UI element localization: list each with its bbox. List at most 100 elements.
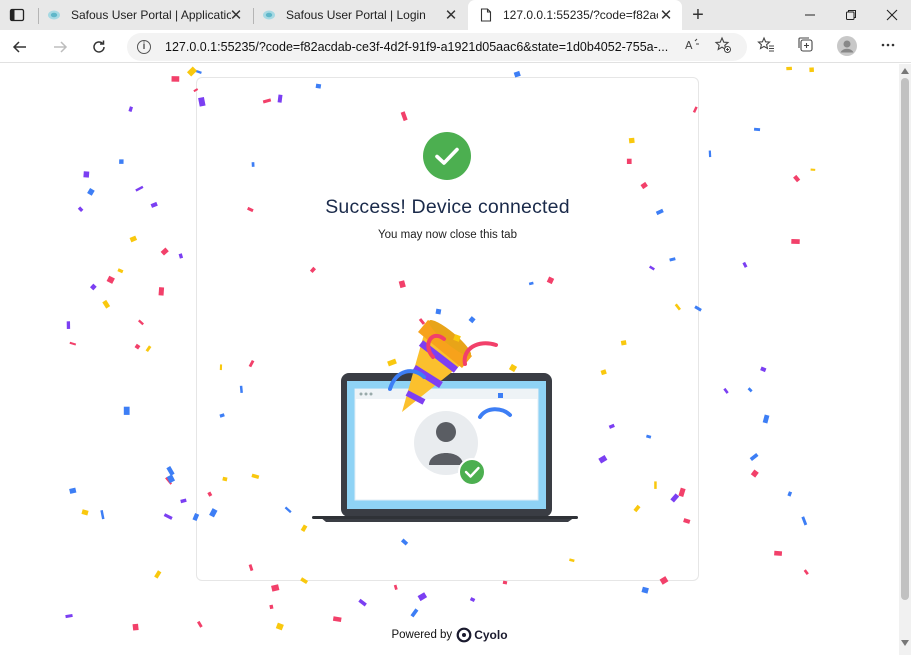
- confetti-piece: [760, 366, 767, 373]
- tab-title: Safous User Portal | Login: [286, 8, 426, 22]
- confetti-piece: [180, 498, 187, 504]
- confetti-piece: [332, 616, 342, 623]
- page-title: Success! Device connected: [325, 196, 570, 218]
- confetti-piece: [774, 550, 783, 556]
- profile-icon[interactable]: [836, 35, 858, 57]
- confetti-piece: [89, 283, 97, 291]
- confetti-piece: [117, 268, 124, 274]
- confetti-piece: [750, 469, 759, 478]
- confetti-piece: [129, 235, 138, 243]
- confetti-piece: [158, 287, 165, 296]
- tab-title: 127.0.0.1:55235/?code=f82acdab: [503, 8, 658, 22]
- confetti-piece: [393, 584, 398, 590]
- confetti-piece: [83, 171, 90, 178]
- confetti-piece: [178, 253, 184, 259]
- confetti-piece: [742, 261, 748, 268]
- confetti-piece: [358, 598, 367, 607]
- page-favicon: [478, 7, 494, 23]
- back-icon: [12, 41, 26, 53]
- cyolo-logo-icon: [456, 627, 472, 643]
- close-window-button[interactable]: [872, 0, 911, 30]
- celebration-illustration: [310, 289, 580, 524]
- confetti-piece: [119, 159, 124, 164]
- footer-text: Powered by: [391, 629, 453, 641]
- confetti-piece: [81, 509, 89, 516]
- confetti-piece: [194, 69, 202, 74]
- confetti-piece: [708, 150, 712, 158]
- confetti-piece: [134, 343, 141, 350]
- confetti-piece: [810, 168, 816, 171]
- url-host: 127.0.0.1: [165, 40, 218, 54]
- confetti-piece: [77, 206, 84, 213]
- scroll-down-icon[interactable]: [901, 640, 909, 646]
- window-menu-icon[interactable]: [8, 6, 26, 24]
- tab-login[interactable]: Safous User Portal | Login ✕: [261, 0, 467, 30]
- new-tab-button[interactable]: +: [687, 4, 709, 26]
- forward-button[interactable]: [47, 34, 73, 60]
- forward-icon: [54, 41, 68, 53]
- confetti-piece: [100, 509, 105, 520]
- scroll-thumb[interactable]: [901, 78, 909, 600]
- confetti-piece: [786, 66, 792, 71]
- close-icon[interactable]: ✕: [658, 7, 674, 24]
- confetti-piece: [171, 76, 180, 82]
- confetti-piece: [87, 188, 95, 196]
- confetti-piece: [793, 174, 801, 183]
- confetti-piece: [502, 580, 508, 585]
- refresh-button[interactable]: [86, 34, 112, 60]
- scroll-up-icon[interactable]: [901, 68, 909, 74]
- tab-strip: Safous User Portal | Application ✕ Safou…: [0, 0, 911, 30]
- restore-button[interactable]: [831, 0, 871, 30]
- info-icon[interactable]: i: [137, 40, 151, 54]
- back-button[interactable]: [7, 34, 33, 60]
- tab-application[interactable]: Safous User Portal | Application ✕: [46, 0, 252, 30]
- confetti-piece: [186, 66, 197, 77]
- confetti-piece: [801, 516, 808, 526]
- confetti-piece: [165, 476, 173, 485]
- powered-by-footer: Powered by Cyolo: [0, 627, 899, 643]
- confetti-piece: [66, 321, 71, 329]
- confetti-piece: [753, 127, 761, 132]
- confetti-piece: [791, 239, 800, 244]
- confetti-piece: [747, 387, 753, 393]
- confetti-piece: [69, 341, 77, 346]
- tab-title: Safous User Portal | Application: [71, 8, 231, 22]
- address-bar[interactable]: i 127.0.0.1:55235/?code=f82acdab-ce3f-4d…: [127, 33, 747, 61]
- confetti-piece: [803, 569, 809, 575]
- confetti-piece: [128, 106, 133, 112]
- minimize-button[interactable]: [790, 0, 830, 30]
- confetti-piece: [417, 592, 428, 602]
- confetti-piece: [749, 452, 759, 462]
- confetti-piece: [135, 185, 144, 192]
- confetti-piece: [106, 275, 115, 284]
- confetti-piece: [166, 466, 175, 476]
- collections-icon[interactable]: [797, 36, 815, 54]
- toolbar: i 127.0.0.1:55235/?code=f82acdab-ce3f-4d…: [0, 30, 911, 63]
- check-icon: [423, 132, 471, 180]
- confetti-piece: [137, 319, 144, 326]
- favorites-icon[interactable]: [757, 36, 775, 54]
- confetti-piece: [723, 387, 729, 394]
- confetti-piece: [166, 474, 176, 484]
- tab-current[interactable]: 127.0.0.1:55235/?code=f82acdab ✕: [468, 0, 682, 30]
- refresh-icon: [93, 40, 105, 53]
- url-text[interactable]: 127.0.0.1:55235/?code=f82acdab-ce3f-4d2f…: [165, 40, 673, 54]
- url-path: :55235/?code=f82acdab-ce3f-4d2f-91f9-a19…: [217, 40, 669, 54]
- confetti-piece: [787, 491, 793, 497]
- confetti-piece: [154, 570, 162, 579]
- read-aloud-icon[interactable]: A: [684, 36, 702, 54]
- add-favorite-icon[interactable]: [714, 36, 732, 54]
- confetti-piece: [410, 608, 419, 618]
- confetti-piece: [163, 513, 173, 520]
- close-icon[interactable]: ✕: [228, 7, 244, 24]
- confetti-piece: [641, 586, 649, 594]
- page-subtitle: You may now close this tab: [378, 229, 517, 241]
- confetti-piece: [762, 414, 770, 424]
- confetti-piece: [809, 67, 815, 73]
- safous-favicon: [261, 7, 277, 23]
- close-icon[interactable]: ✕: [443, 7, 459, 24]
- more-icon[interactable]: [879, 36, 897, 54]
- tab-separator: [38, 8, 39, 24]
- page-content: Success! Device connected You may now cl…: [0, 64, 911, 655]
- confetti-piece: [123, 406, 130, 415]
